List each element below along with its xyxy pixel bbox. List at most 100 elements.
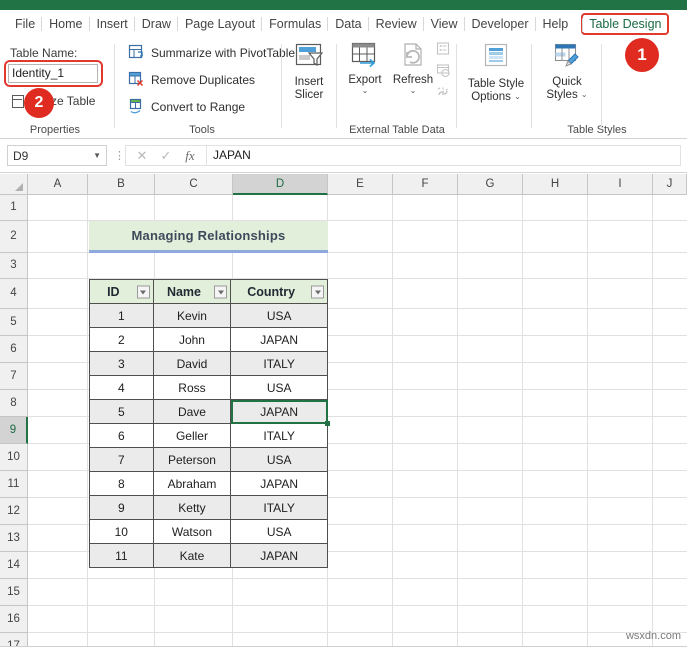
table-cell[interactable]: ITALY <box>231 352 328 376</box>
tab-formulas[interactable]: Formulas <box>262 14 328 34</box>
table-cell[interactable]: ITALY <box>231 496 328 520</box>
table-cell[interactable]: Dave <box>153 400 231 424</box>
row-header-17[interactable]: 17 <box>0 633 28 646</box>
unlink-icon[interactable] <box>436 86 451 105</box>
worksheet-title-banner[interactable]: Managing Relationships <box>89 221 328 253</box>
row-header-13[interactable]: 13 <box>0 525 28 552</box>
column-header-h[interactable]: H <box>523 174 588 195</box>
table-row[interactable]: 8AbrahamJAPAN <box>90 472 328 496</box>
name-box-chevron-down-icon[interactable]: ▼ <box>93 151 101 160</box>
column-header-f[interactable]: F <box>393 174 458 195</box>
tab-table-design[interactable]: Table Design <box>581 13 669 35</box>
ribbon-tab-bar[interactable]: File Home Insert Draw Page Layout Formul… <box>0 10 687 38</box>
table-cell[interactable]: 10 <box>90 520 154 544</box>
table-cell[interactable]: Ketty <box>153 496 231 520</box>
insert-slicer-button[interactable]: Insert Slicer <box>284 42 334 102</box>
open-in-browser-icon[interactable] <box>436 64 451 83</box>
table-cell[interactable]: 6 <box>90 424 154 448</box>
tab-review[interactable]: Review <box>369 14 424 34</box>
table-header-name[interactable]: Name <box>153 280 231 304</box>
table-cell[interactable]: Peterson <box>153 448 231 472</box>
row-header-9[interactable]: 9 <box>0 417 28 444</box>
table-header-country[interactable]: Country <box>231 280 328 304</box>
table-cell[interactable]: 11 <box>90 544 154 568</box>
filter-dropdown-icon-country[interactable] <box>311 285 324 298</box>
table-style-options-button[interactable]: Table Style Options ⌄ <box>460 42 532 104</box>
table-row[interactable]: 9KettyITALY <box>90 496 328 520</box>
row-header-5[interactable]: 5 <box>0 309 28 336</box>
table-cell[interactable]: 1 <box>90 304 154 328</box>
tab-insert[interactable]: Insert <box>90 14 135 34</box>
row-header-7[interactable]: 7 <box>0 363 28 390</box>
row-header-6[interactable]: 6 <box>0 336 28 363</box>
summarize-with-pivottable-button[interactable]: Summarize with PivotTable <box>128 44 295 61</box>
tab-help[interactable]: Help <box>536 14 576 34</box>
fill-handle[interactable] <box>325 421 330 426</box>
table-cell[interactable]: USA <box>231 304 328 328</box>
table-row[interactable]: 10WatsonUSA <box>90 520 328 544</box>
column-header-c[interactable]: C <box>155 174 233 195</box>
tab-view[interactable]: View <box>424 14 465 34</box>
column-header-a[interactable]: A <box>28 174 88 195</box>
column-header-b[interactable]: B <box>88 174 155 195</box>
table-cell[interactable]: David <box>153 352 231 376</box>
export-button[interactable]: Export ⌄ <box>340 42 390 95</box>
table-cell[interactable]: JAPAN <box>231 544 328 568</box>
table-cell[interactable]: 2 <box>90 328 154 352</box>
properties-small-icon[interactable] <box>436 42 451 61</box>
insert-function-icon[interactable]: fx <box>178 148 202 164</box>
tab-file[interactable]: File <box>8 14 42 34</box>
filter-dropdown-icon-id[interactable] <box>137 285 150 298</box>
remove-duplicates-button[interactable]: Remove Duplicates <box>128 71 255 88</box>
refresh-button[interactable]: Refresh ⌄ <box>388 42 438 95</box>
quick-styles-button[interactable]: Quick Styles ⌄ <box>534 42 600 102</box>
confirm-icon[interactable]: ✓ <box>154 148 178 164</box>
tab-developer[interactable]: Developer <box>465 14 536 34</box>
formula-input[interactable]: JAPAN <box>206 145 681 166</box>
column-header-d[interactable]: D <box>233 174 328 195</box>
table-cell[interactable]: 9 <box>90 496 154 520</box>
column-header-g[interactable]: G <box>458 174 523 195</box>
table-row[interactable]: 1KevinUSA <box>90 304 328 328</box>
table-cell[interactable]: JAPAN <box>231 328 328 352</box>
table-cell[interactable]: John <box>153 328 231 352</box>
convert-to-range-button[interactable]: Convert to Range <box>128 98 245 115</box>
table-header-id[interactable]: ID <box>90 280 154 304</box>
table-cell[interactable]: Watson <box>153 520 231 544</box>
tab-draw[interactable]: Draw <box>135 14 178 34</box>
table-cell[interactable]: USA <box>231 376 328 400</box>
table-row[interactable]: 6GellerITALY <box>90 424 328 448</box>
row-header-4[interactable]: 4 <box>0 279 28 309</box>
table-row[interactable]: 3DavidITALY <box>90 352 328 376</box>
table-cell[interactable]: Abraham <box>153 472 231 496</box>
table-cell[interactable]: ITALY <box>231 424 328 448</box>
row-header-12[interactable]: 12 <box>0 498 28 525</box>
tab-home[interactable]: Home <box>42 14 89 34</box>
table-cell[interactable]: Ross <box>153 376 231 400</box>
column-header-j[interactable]: J <box>653 174 687 195</box>
table-cell[interactable]: 5 <box>90 400 154 424</box>
table-row[interactable]: 2JohnJAPAN <box>90 328 328 352</box>
select-all-corner[interactable] <box>0 174 28 195</box>
table-row[interactable]: 11KateJAPAN <box>90 544 328 568</box>
row-header-1[interactable]: 1 <box>0 195 28 221</box>
row-header-3[interactable]: 3 <box>0 253 28 279</box>
row-header-16[interactable]: 16 <box>0 606 28 633</box>
table-cell[interactable]: 7 <box>90 448 154 472</box>
row-header-10[interactable]: 10 <box>0 444 28 471</box>
table-cell[interactable]: USA <box>231 448 328 472</box>
row-header-14[interactable]: 14 <box>0 552 28 579</box>
table-cell[interactable]: 8 <box>90 472 154 496</box>
selected-cell[interactable]: JAPAN <box>231 400 328 424</box>
table-cell[interactable]: Kevin <box>153 304 231 328</box>
table-cell[interactable]: 3 <box>90 352 154 376</box>
table-cell[interactable]: Geller <box>153 424 231 448</box>
table-cell[interactable]: JAPAN <box>231 472 328 496</box>
tab-data[interactable]: Data <box>328 14 368 34</box>
formula-bar-drag-dots[interactable]: ⋮ <box>114 151 118 161</box>
column-header-i[interactable]: I <box>588 174 653 195</box>
export-chevron-down-icon[interactable]: ⌄ <box>340 87 390 95</box>
table-cell[interactable]: Kate <box>153 544 231 568</box>
column-header-e[interactable]: E <box>328 174 393 195</box>
cancel-icon[interactable]: ✕ <box>130 148 154 164</box>
